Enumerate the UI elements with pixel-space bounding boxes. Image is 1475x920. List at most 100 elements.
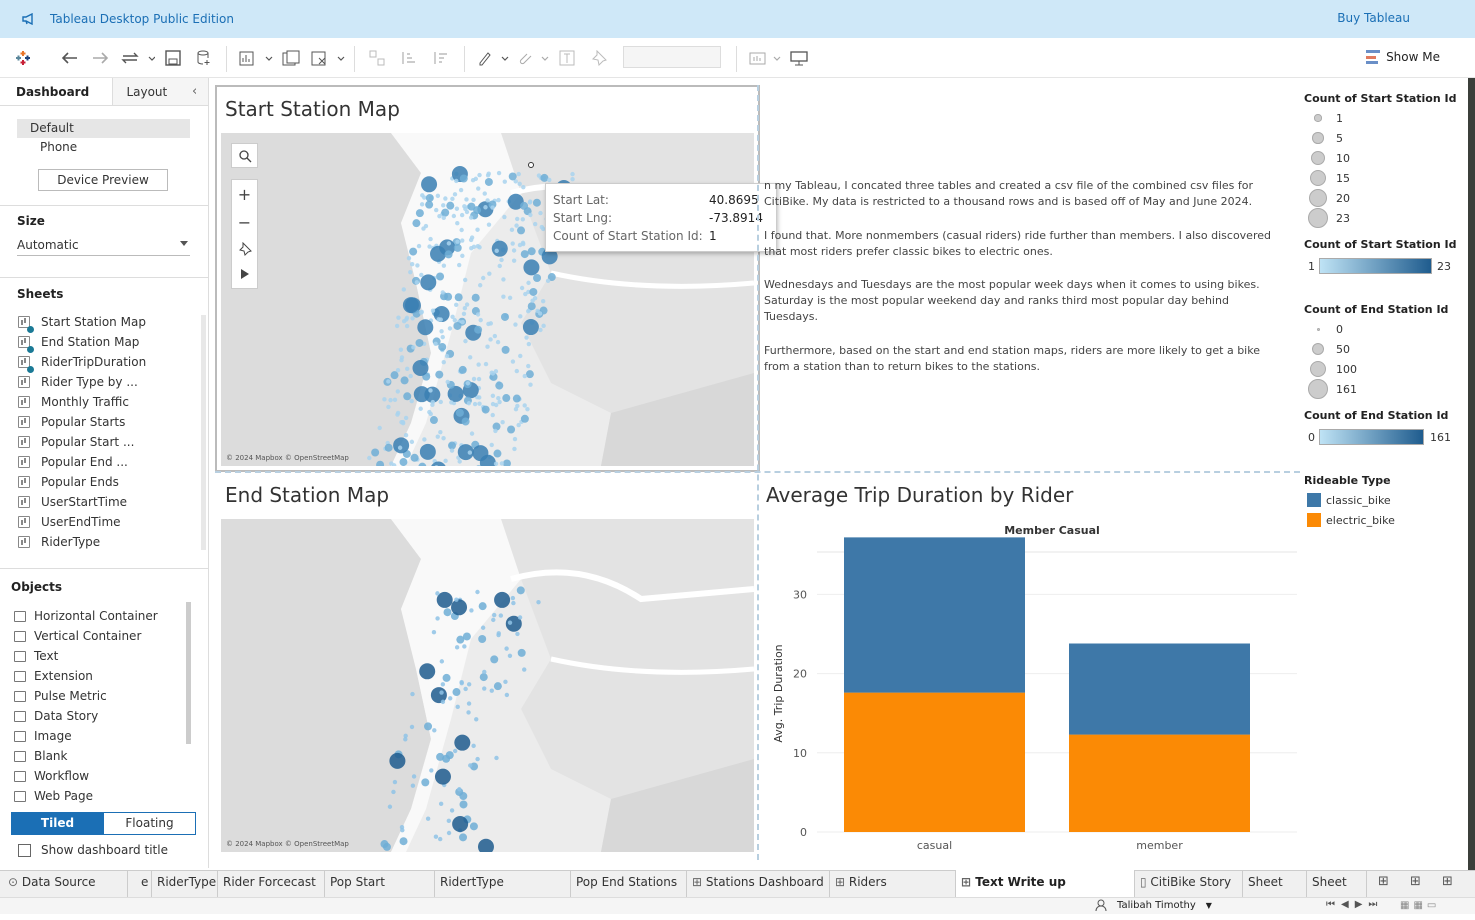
station-point[interactable]	[505, 693, 509, 697]
station-point[interactable]	[415, 339, 423, 347]
station-point[interactable]	[462, 312, 466, 316]
sheet-item[interactable]: UserEndTime	[18, 512, 121, 532]
station-point[interactable]	[420, 193, 424, 197]
station-point[interactable]	[494, 592, 510, 608]
station-point[interactable]	[467, 701, 471, 705]
station-point[interactable]	[434, 208, 438, 212]
size-dropdown[interactable]: Automatic	[17, 234, 190, 256]
sheet-navigation[interactable]: ⏮◀▶⏭	[1326, 899, 1383, 910]
station-point[interactable]	[511, 596, 515, 600]
station-point[interactable]	[388, 805, 392, 809]
station-point[interactable]	[478, 318, 482, 322]
end-station-marks[interactable]	[221, 519, 754, 852]
station-point[interactable]	[478, 839, 494, 852]
station-point[interactable]	[526, 309, 530, 313]
station-point[interactable]	[448, 442, 456, 450]
sheet-item[interactable]: Start Station Map	[18, 312, 146, 332]
new-dashboard-tab-icon[interactable]: ⊞	[1410, 874, 1430, 892]
station-point[interactable]	[410, 399, 414, 403]
station-point[interactable]	[398, 446, 402, 450]
station-point[interactable]	[490, 688, 494, 692]
station-point[interactable]	[467, 401, 471, 405]
station-point[interactable]	[455, 645, 459, 649]
station-point[interactable]	[454, 303, 458, 307]
station-point[interactable]	[511, 359, 515, 363]
station-point[interactable]	[472, 445, 488, 461]
station-point[interactable]	[477, 173, 481, 177]
zoom-out-icon[interactable]: −	[238, 213, 251, 232]
station-point[interactable]	[503, 179, 507, 183]
play-icon[interactable]	[240, 268, 250, 283]
station-point[interactable]	[518, 354, 522, 358]
station-point[interactable]	[528, 302, 536, 310]
station-point[interactable]	[521, 217, 525, 221]
pin-icon[interactable]	[238, 242, 252, 259]
station-point[interactable]	[446, 202, 454, 210]
station-point[interactable]	[536, 600, 540, 604]
station-point[interactable]	[396, 315, 400, 319]
station-point[interactable]	[456, 409, 464, 417]
station-point[interactable]	[436, 273, 444, 281]
station-point[interactable]	[497, 631, 501, 635]
station-point[interactable]	[480, 673, 488, 681]
station-point[interactable]	[515, 404, 519, 408]
station-point[interactable]	[433, 342, 437, 346]
station-point[interactable]	[430, 416, 438, 424]
map-search-icon[interactable]	[231, 143, 258, 168]
station-point[interactable]	[454, 179, 458, 183]
station-point[interactable]	[523, 403, 527, 407]
station-point[interactable]	[479, 602, 487, 610]
station-point[interactable]	[393, 437, 409, 453]
station-point[interactable]	[436, 753, 444, 761]
station-point[interactable]	[449, 400, 453, 404]
station-point[interactable]	[468, 355, 472, 359]
station-point[interactable]	[426, 194, 434, 202]
object-item[interactable]: Data Story	[14, 706, 98, 726]
sheet-tab[interactable]: RiderType	[152, 870, 218, 897]
station-point[interactable]	[429, 412, 433, 416]
station-point[interactable]	[512, 447, 516, 451]
station-point[interactable]	[460, 320, 464, 324]
station-point[interactable]	[420, 202, 424, 206]
station-point[interactable]	[496, 198, 500, 202]
station-point[interactable]	[450, 808, 454, 812]
station-point[interactable]	[483, 205, 487, 209]
station-point[interactable]	[524, 335, 528, 339]
station-point[interactable]	[459, 366, 467, 374]
station-point[interactable]	[420, 444, 436, 460]
station-point[interactable]	[429, 768, 433, 772]
station-point[interactable]	[454, 735, 470, 751]
station-point[interactable]	[463, 278, 467, 282]
station-point[interactable]	[432, 728, 436, 732]
station-point[interactable]	[435, 616, 439, 620]
station-point[interactable]	[377, 426, 381, 430]
station-point[interactable]	[474, 326, 482, 334]
station-point[interactable]	[419, 663, 435, 679]
station-point[interactable]	[521, 250, 529, 258]
station-point[interactable]	[482, 686, 486, 690]
station-point[interactable]	[468, 763, 472, 767]
station-point[interactable]	[518, 243, 522, 247]
show-me-button[interactable]: Show Me	[1366, 50, 1440, 64]
buy-tableau-link[interactable]: Buy Tableau	[1337, 11, 1410, 25]
highlight-icon[interactable]	[476, 48, 510, 68]
station-point[interactable]	[448, 696, 452, 700]
station-point[interactable]	[508, 620, 512, 624]
sheet-item[interactable]: Rider Type by ...	[18, 372, 138, 392]
station-point[interactable]	[441, 700, 445, 704]
station-point[interactable]	[393, 398, 397, 402]
object-item[interactable]: Image	[14, 726, 72, 746]
user-menu[interactable]: Talibah Timothy ▼	[1095, 899, 1212, 911]
station-point[interactable]	[498, 264, 502, 268]
station-point[interactable]	[466, 710, 470, 714]
station-point[interactable]	[462, 204, 466, 208]
station-point[interactable]	[455, 293, 463, 301]
station-point[interactable]	[435, 371, 443, 379]
station-point[interactable]	[385, 444, 393, 452]
station-point[interactable]	[490, 655, 498, 663]
station-point[interactable]	[486, 322, 490, 326]
station-point[interactable]	[476, 312, 480, 316]
station-point[interactable]	[493, 429, 497, 433]
station-point[interactable]	[396, 389, 400, 393]
station-point[interactable]	[431, 308, 435, 312]
